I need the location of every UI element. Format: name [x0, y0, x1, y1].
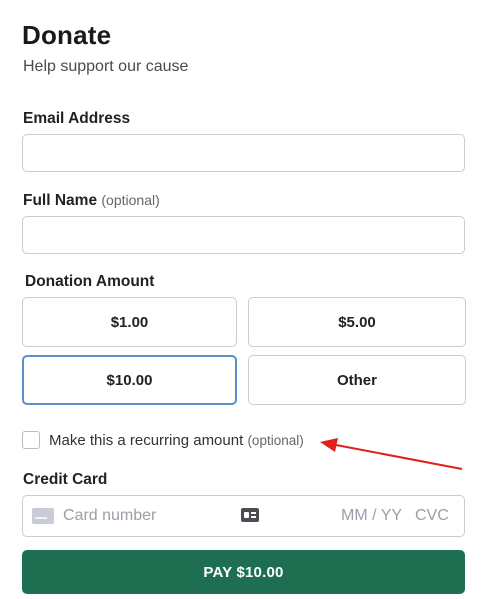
card-number-input[interactable]: Card number [63, 507, 156, 525]
full-name-label-text: Full Name [23, 192, 98, 209]
recurring-label[interactable]: Make this a recurring amount (optional) [49, 432, 304, 449]
pay-button[interactable]: PAY $10.00 [22, 550, 465, 594]
amount-button-1[interactable]: $1.00 [22, 297, 237, 347]
amount-button-5[interactable]: $5.00 [248, 297, 466, 347]
annotation-arrow-head [320, 438, 338, 452]
donate-page: Donate Help support our cause Email Addr… [0, 0, 484, 599]
credit-card-label-text: Credit Card [23, 471, 108, 488]
donation-amount-label-text: Donation Amount [25, 273, 155, 290]
page-subtitle: Help support our cause [23, 58, 189, 75]
credit-card-field[interactable]: Card number MM / YY CVC [22, 495, 465, 537]
amount-button-10[interactable]: $10.00 [22, 355, 237, 405]
recurring-checkbox[interactable] [22, 431, 40, 449]
email-label: Email Address [23, 110, 130, 128]
annotation-arrow-line [335, 444, 463, 470]
credit-card-icon [32, 508, 54, 524]
page-title: Donate [22, 20, 112, 50]
recurring-optional: (optional) [247, 433, 304, 448]
amount-button-other[interactable]: Other [248, 355, 466, 405]
card-cvc-input[interactable]: CVC [415, 507, 449, 525]
email-label-text: Email Address [23, 110, 131, 127]
email-field[interactable] [22, 134, 465, 172]
full-name-optional: (optional) [101, 192, 160, 208]
card-expiry-input[interactable]: MM / YY [341, 507, 402, 525]
full-name-field[interactable] [22, 216, 465, 254]
contact-card-icon[interactable] [241, 508, 259, 522]
full-name-label: Full Name (optional) [23, 192, 160, 210]
donation-amount-label: Donation Amount [25, 273, 154, 291]
recurring-label-text: Make this a recurring amount [49, 432, 244, 449]
credit-card-label: Credit Card [23, 471, 107, 489]
